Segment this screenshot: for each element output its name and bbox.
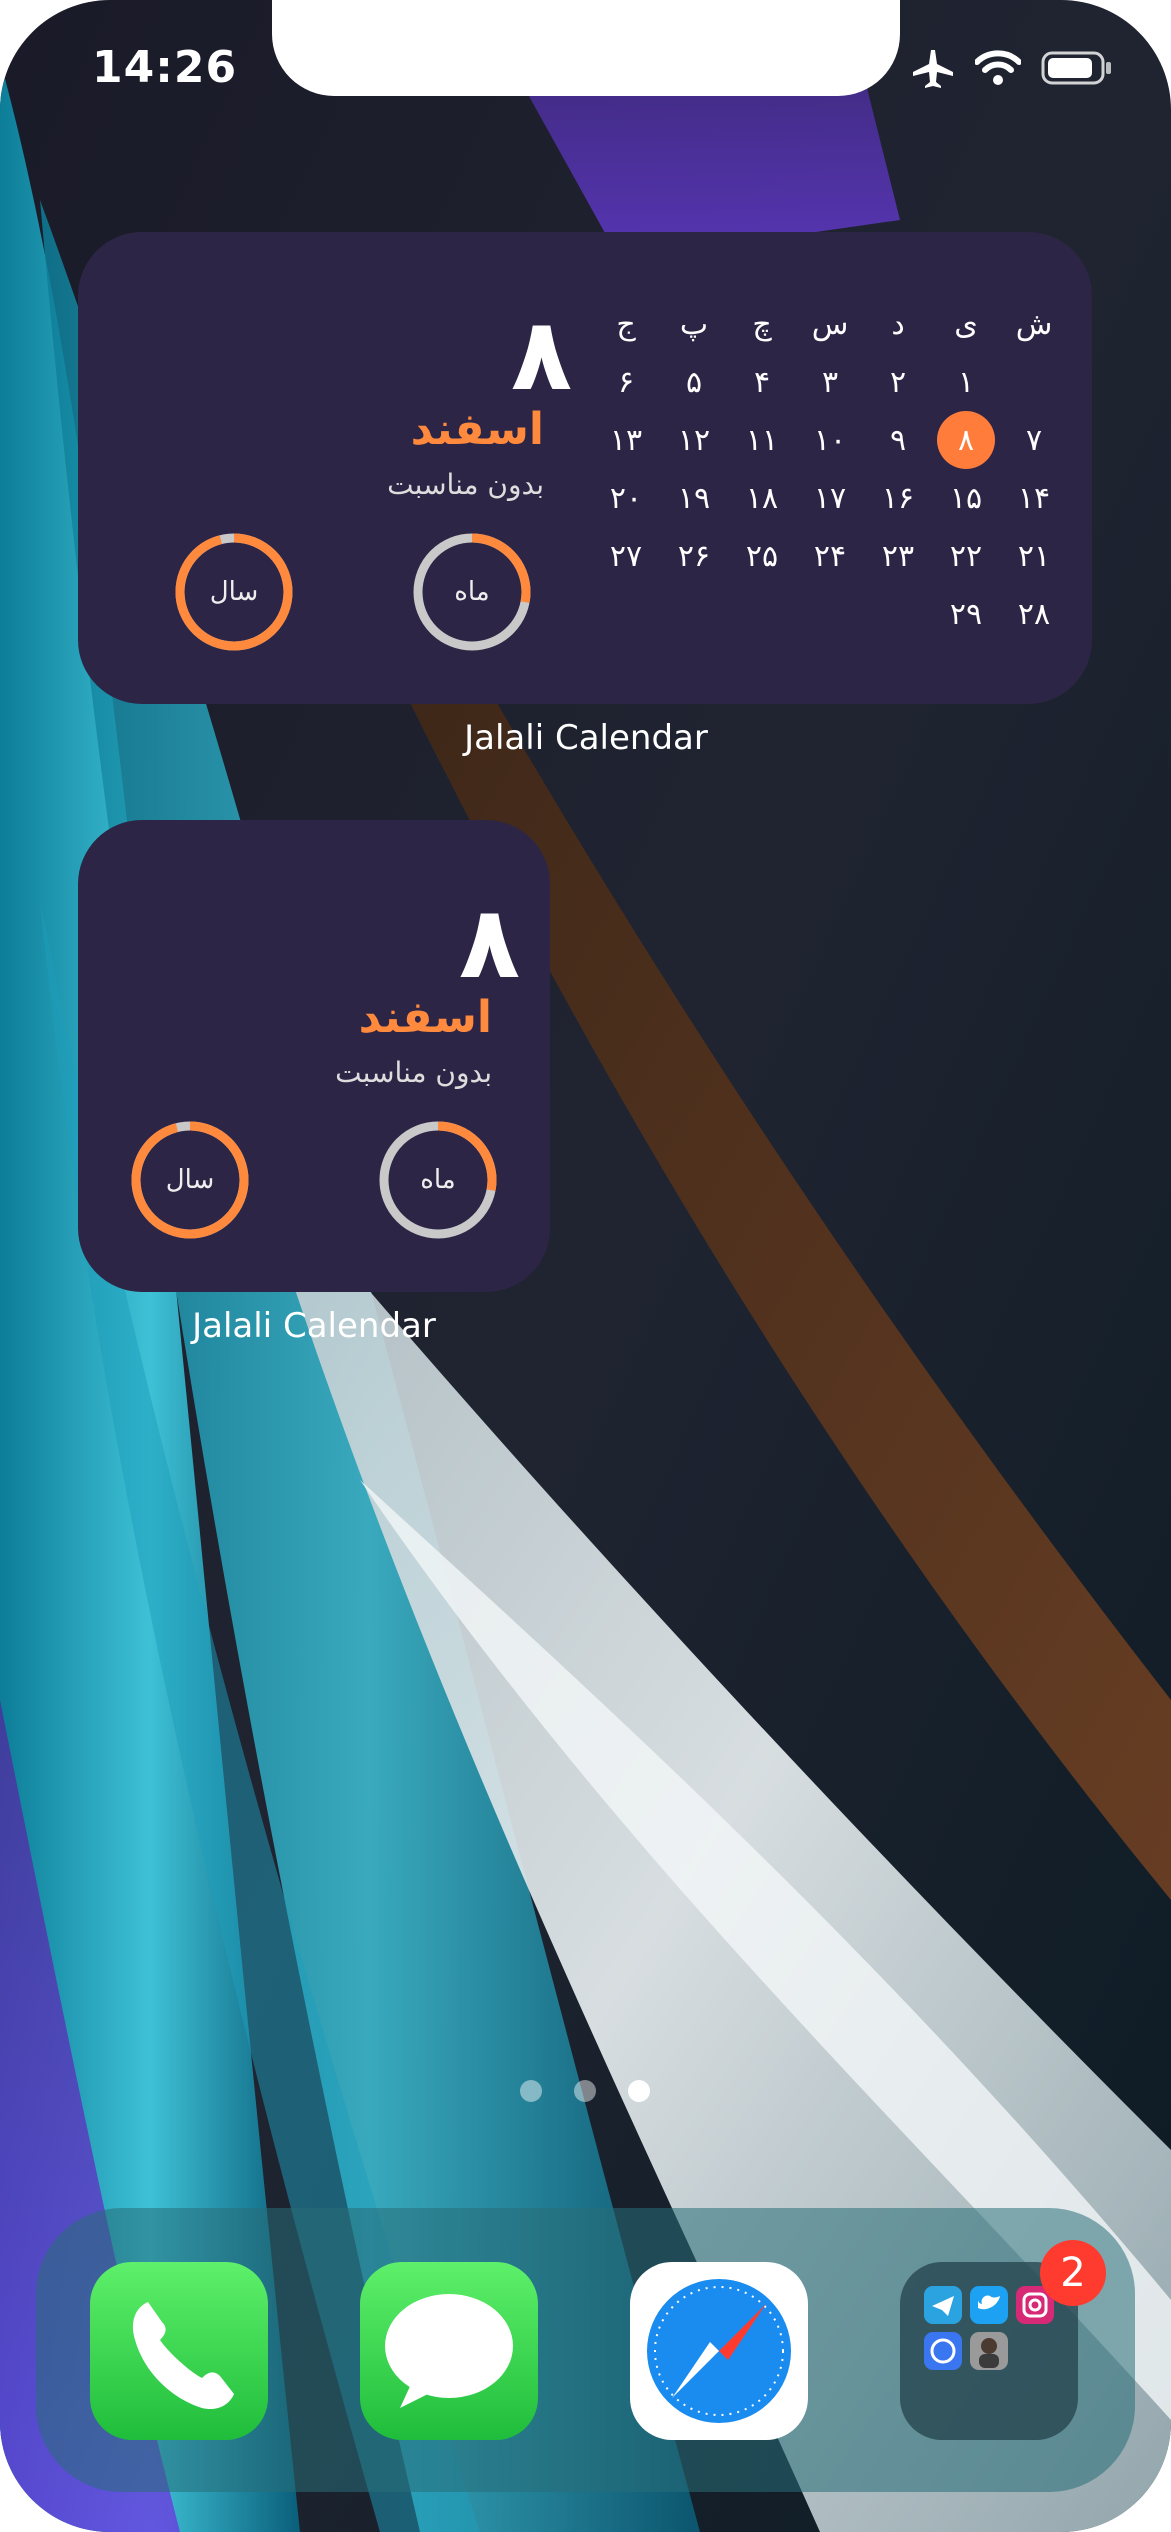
calendar-day: ۲۴ xyxy=(813,538,847,574)
calendar-day: ۲۷ xyxy=(609,538,643,574)
weekday-header: د xyxy=(891,306,905,342)
calendar-day: ۲ xyxy=(889,364,907,400)
calendar-day: ۲۹ xyxy=(949,596,983,632)
calendar-day: ۲۳ xyxy=(881,538,915,574)
messages-app-icon[interactable] xyxy=(360,2262,538,2440)
battery-icon xyxy=(1041,51,1111,85)
calendar-day: ۲۶ xyxy=(677,538,711,574)
calendar-day: ۱۰ xyxy=(813,422,847,458)
month-progress-ring: ماه xyxy=(410,530,534,654)
jalali-calendar-widget-small[interactable]: ۸ اسفند بدون مناسبت ماه سال xyxy=(78,820,550,1292)
calendar-day xyxy=(660,592,728,636)
calendar-day xyxy=(592,592,660,636)
weekday-header: چ xyxy=(752,306,772,342)
weekday-header: ی xyxy=(954,306,978,342)
status-time: 14:26 xyxy=(92,42,238,93)
notch xyxy=(272,0,900,96)
phone-app-icon[interactable] xyxy=(90,2262,268,2440)
day-number: ۸ xyxy=(458,884,520,1001)
calendar-day: ۲۲ xyxy=(949,538,983,574)
jalali-calendar-widget-large[interactable]: ۸ اسفند بدون مناسبت ماه سال شیدسچپج۱۲۳۴۵… xyxy=(78,232,1092,704)
ring-year-label: سال xyxy=(165,1165,215,1195)
occasion-text: بدون مناسبت xyxy=(335,1056,492,1089)
calendar-day: ۱۵ xyxy=(949,480,983,516)
page-dot[interactable] xyxy=(574,2080,596,2102)
calendar-day: ۵ xyxy=(685,364,703,400)
calendar-day: ۱۳ xyxy=(609,422,643,458)
wifi-icon xyxy=(975,50,1021,85)
weekday-header: ش xyxy=(1015,306,1053,342)
messages-icon xyxy=(385,2294,513,2408)
year-progress-ring: سال xyxy=(172,530,296,654)
day-number: ۸ xyxy=(510,296,572,413)
weekday-header: ج xyxy=(616,306,636,342)
safari-app-icon[interactable] xyxy=(630,2262,808,2440)
month-name: اسفند xyxy=(358,992,492,1043)
notification-badge: 2 xyxy=(1040,2240,1106,2306)
calendar-day: ۱۷ xyxy=(813,480,847,516)
calendar-day-today: ۸ xyxy=(937,411,995,469)
page-dot[interactable] xyxy=(628,2080,650,2102)
calendar-day xyxy=(796,592,864,636)
weekday-header: پ xyxy=(679,306,709,342)
calendar-day: ۱ xyxy=(957,364,975,400)
home-screen: 14:26 ۸ اسفند بدون مناسبت ماه سال ش ی د … xyxy=(0,0,1171,2532)
status-icons xyxy=(911,48,1113,88)
safari-icon xyxy=(647,2279,791,2423)
calendar-day: ۷ xyxy=(1025,422,1043,458)
airplane-icon xyxy=(913,50,953,88)
calendar-day: ۱۴ xyxy=(1017,480,1051,516)
calendar-day: ۲۰ xyxy=(609,480,643,516)
calendar-day: ۱۹ xyxy=(677,480,711,516)
ring-year-label: سال xyxy=(209,577,259,607)
calendar-day xyxy=(1000,360,1068,404)
calendar-day: ۲۵ xyxy=(745,538,779,574)
page-dot[interactable] xyxy=(520,2080,542,2102)
calendar-day xyxy=(864,592,932,636)
month-progress-ring: ماه xyxy=(376,1118,500,1242)
calendar-day: ۴ xyxy=(753,364,771,400)
calendar-day xyxy=(728,592,796,636)
ring-month-label: ماه xyxy=(454,577,490,607)
calendar-day: ۶ xyxy=(617,364,635,400)
calendar-day: ۹ xyxy=(889,422,907,458)
calendar-day: ۱۱ xyxy=(745,422,779,458)
month-calendar-grid: ش ی د س چ پ ج ۱ ۲ ۳ ۴ ۵ ۶ ۷ ۸ ۹ ۱۰ ۱۱ ۱۲ ۱۳ ۱۴ ۱۵ ۱۶ ۱۷ ۱۸ ۱۹ ۲۰ ۲۱… xyxy=(592,302,1068,636)
year-progress-ring: سال xyxy=(128,1118,252,1242)
weekday-header: س xyxy=(811,306,849,342)
ring-month-label: ماه xyxy=(420,1165,456,1195)
month-name: اسفند xyxy=(410,404,544,455)
page-indicator[interactable] xyxy=(520,2080,650,2102)
calendar-day: ۳ xyxy=(821,364,839,400)
calendar-day: ۲۸ xyxy=(1017,596,1051,632)
calendar-day: ۱۶ xyxy=(881,480,915,516)
calendar-day: ۱۸ xyxy=(745,480,779,516)
widget-caption-small: Jalali Calendar xyxy=(192,1306,436,1346)
calendar-day: ۲۱ xyxy=(1017,538,1051,574)
widget-caption-large: Jalali Calendar xyxy=(464,718,708,758)
phone-icon xyxy=(132,2302,234,2410)
occasion-text: بدون مناسبت xyxy=(387,468,544,501)
calendar-day: ۱۲ xyxy=(677,422,711,458)
